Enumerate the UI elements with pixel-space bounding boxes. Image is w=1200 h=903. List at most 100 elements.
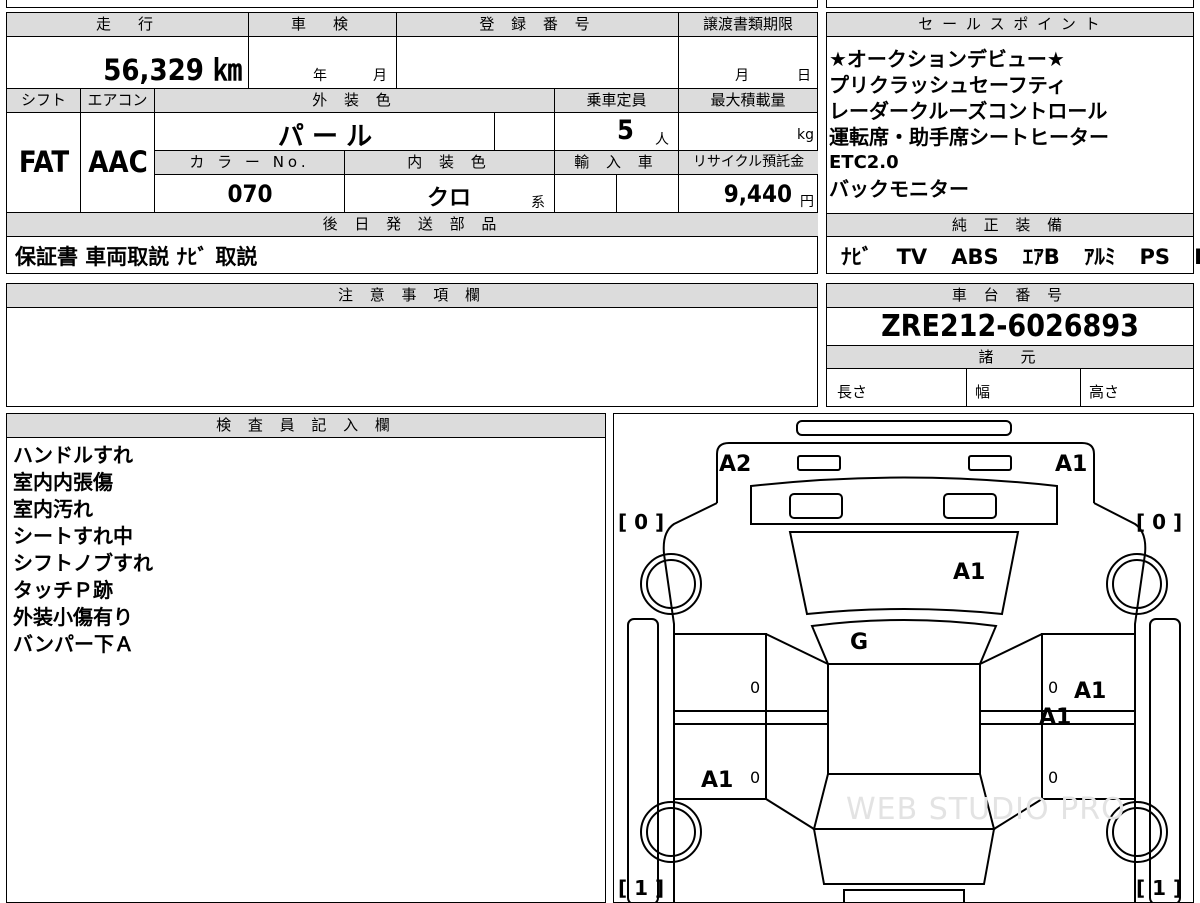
inspector-note: 室内内張傷 <box>13 470 113 494</box>
left-rear-pillar <box>765 798 815 830</box>
right-pillar <box>979 633 1043 665</box>
top-strip <box>6 0 818 8</box>
transfer-month: 月 <box>735 68 749 84</box>
shift-cell: FAT <box>7 113 81 213</box>
sales-point-line: 運転席・助手席シートヒーター <box>829 125 1109 149</box>
rear-bumper <box>843 889 965 902</box>
recycle-cell: 9,440 円 <box>679 175 818 213</box>
equipment-item: ABS <box>951 245 999 269</box>
inspector-note: 室内汚れ <box>13 497 93 521</box>
tire-bracket-rear-left: [ 1 ] <box>618 876 665 900</box>
grille-slot-left <box>789 493 843 519</box>
chassis-panel: 車 台 番 号 ZRE212-6026893 諸 元 長さ 幅 高さ <box>826 283 1194 407</box>
inspector-note: バンパー下Ａ <box>13 632 134 656</box>
aircon-header: エアコン <box>81 89 155 113</box>
watermark: WEB STUDIO PRO <box>846 792 1126 827</box>
tire-front-right-inner <box>1112 559 1162 609</box>
import-cell-b <box>617 175 679 213</box>
registration-cell <box>397 37 679 89</box>
max-load-unit: kg <box>797 127 814 143</box>
sales-point-line: レーダークルーズコントロール <box>829 99 1108 123</box>
aircon-cell: AAC <box>81 113 155 213</box>
shift-header: シフト <box>7 89 81 113</box>
sales-point-line: プリクラッシュセーフティ <box>829 73 1067 97</box>
front-bumper-tab <box>796 420 1012 436</box>
chassis-number: ZRE212-6026893 <box>881 309 1139 344</box>
front-light-right <box>968 455 1012 471</box>
aircon-value: AAC <box>88 145 148 179</box>
sales-points-list: ★オークションデビュー★ プリクラッシュセーフティ レーダークルーズコントロール… <box>829 46 1109 202</box>
mirror-right <box>1149 618 1181 902</box>
shaken-month: 月 <box>373 68 387 84</box>
registration-header: 登 録 番 号 <box>397 13 679 37</box>
tire-rear-left <box>640 801 702 863</box>
length-cell: 長さ <box>827 369 967 406</box>
tire-rear-right-value: 1 <box>1152 876 1167 900</box>
mark-windshield: G <box>850 630 869 655</box>
mark-hood: A1 <box>953 560 986 585</box>
mark-front-right: A1 <box>1055 452 1088 477</box>
mirror-left <box>627 618 659 902</box>
color-no-header: カ ラ ー No. <box>155 151 345 175</box>
tire-rear-left-inner <box>646 807 696 857</box>
interior-color-header: 内 装 色 <box>345 151 555 175</box>
capacity-header: 乗車定員 <box>555 89 679 113</box>
import-cell-a <box>555 175 617 213</box>
inspector-note: ハンドルすれ <box>13 443 133 467</box>
damage-diagram-panel: [ 0 ] [ 0 ] [ 1 ] [ 1 ] A2 A1 A1 G A1 A1… <box>613 413 1194 903</box>
max-load-cell: kg <box>679 113 818 151</box>
windshield-shape <box>810 619 998 665</box>
import-header: 輸 入 車 <box>555 151 679 175</box>
shaken-year: 年 <box>313 68 327 84</box>
inspector-header: 検 査 員 記 入 欄 <box>7 414 605 438</box>
mileage-value: 56,329 ㎞ <box>103 53 242 87</box>
interior-color-value: クロ <box>427 186 472 211</box>
car-diagram <box>627 420 1181 902</box>
capacity-value: 5 <box>617 115 634 146</box>
length-label: 長さ <box>837 383 868 401</box>
shaken-cell: 年 月 <box>249 37 397 89</box>
capacity-cell: 5 人 <box>555 113 679 151</box>
top-strip-right <box>826 0 1194 8</box>
equipment-item: ｴｱB <box>1022 245 1060 269</box>
inspector-panel: 検 査 員 記 入 欄 ハンドルすれ 室内内張傷 室内汚れ シートすれ中 シフト… <box>6 413 606 903</box>
recycle-value: 9,440 <box>723 180 792 208</box>
sales-point-line: バックモニター <box>829 177 969 201</box>
exterior-color-value: パ ー ル <box>277 122 373 152</box>
equipment-list: ﾅﾋﾞ TV ABS ｴｱB ｱﾙﾐ PS PW <box>841 241 1200 271</box>
tire-front-left-value: 0 <box>634 510 649 534</box>
mileage-header: 走 行 <box>7 13 249 37</box>
inspector-note: シートすれ中 <box>13 524 133 548</box>
sales-point-line: ★オークションデビュー★ <box>829 47 1065 71</box>
sales-point-line: ETC2.0 <box>829 152 899 173</box>
door-mark-left-front: 0 <box>750 678 761 697</box>
notes-panel: 注 意 事 項 欄 <box>6 283 818 407</box>
inspector-notes: ハンドルすれ 室内内張傷 室内汚れ シートすれ中 シフトノブすれ タッチＰ跡 外… <box>13 442 153 658</box>
shaken-header: 車 検 <box>249 13 397 37</box>
transfer-day: 日 <box>797 68 811 84</box>
inspector-note: 外装小傷有り <box>13 605 133 629</box>
mark-left-rear-door: A1 <box>701 768 734 793</box>
equipment-item: PW <box>1194 245 1200 269</box>
grille-slot-right <box>943 493 997 519</box>
exterior-color-header: 外 装 色 <box>155 89 555 113</box>
front-light-left <box>797 455 841 471</box>
recycle-header: リサイクル預託金 <box>679 151 818 175</box>
transfer-cell: 月 日 <box>679 37 818 89</box>
exterior-color-cell: パ ー ル <box>155 113 495 152</box>
notes-header: 注 意 事 項 欄 <box>7 284 817 308</box>
tire-bracket-rear-right: [ 1 ] <box>1136 876 1183 900</box>
equipment-item: ｱﾙﾐ <box>1083 245 1116 269</box>
sales-points-header: セ ー ル ス ポ イ ン ト <box>827 13 1193 37</box>
mileage-cell: 56,329 ㎞ <box>7 37 249 89</box>
front-bumper-shape <box>716 442 1095 503</box>
max-load-header: 最大積載量 <box>679 89 818 113</box>
color-no-cell: 070 <box>155 175 345 213</box>
interior-color-suffix: 系 <box>531 195 545 211</box>
inspector-note: タッチＰ跡 <box>13 578 113 602</box>
mark-right-front-door: A1 <box>1074 679 1107 704</box>
roof-shape <box>827 663 981 775</box>
color-no-value: 070 <box>227 180 273 208</box>
door-mark-left-rear: 0 <box>750 768 761 787</box>
equipment-item: ﾅﾋﾞ <box>841 245 873 269</box>
